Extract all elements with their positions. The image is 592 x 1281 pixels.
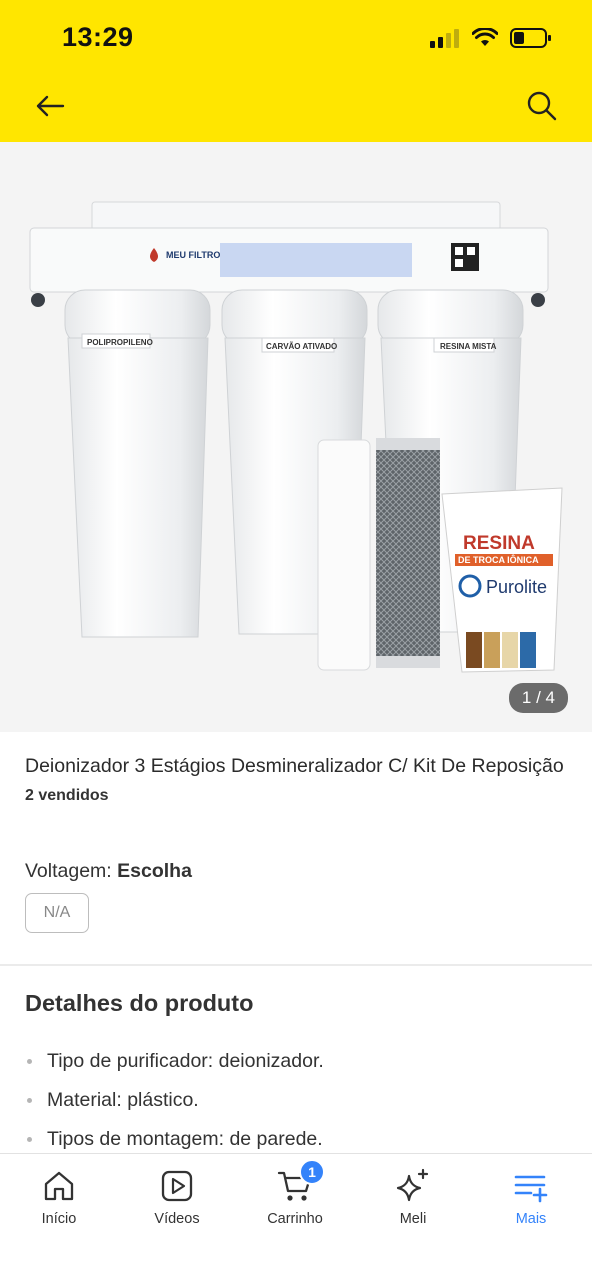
tab-label: Início — [41, 1211, 77, 1227]
variant-option-chip[interactable]: N/A — [25, 893, 89, 933]
arrow-left-icon — [36, 95, 65, 117]
tab-label: Vídeos — [154, 1211, 200, 1227]
product-image-gallery[interactable]: MEU FILTRO POLIPROPILENO CARVÃO ATIVADO … — [0, 142, 592, 732]
back-button[interactable] — [30, 88, 70, 124]
product-title: Deionizador 3 Estágios Desmineralizador … — [25, 755, 564, 777]
bag-brand: Purolite — [486, 577, 547, 597]
variant-selector-label: Voltagem: Escolha — [25, 860, 192, 883]
sold-count: 2 vendidos — [25, 787, 109, 804]
housing-label-3: RESINA MISTA — [440, 342, 497, 351]
tab-meli[interactable]: Meli — [354, 1166, 472, 1227]
home-icon — [44, 1171, 74, 1201]
bag-subtitle: DE TROCA IÔNICA — [458, 554, 539, 565]
bottom-tab-bar: Início Vídeos 1 Carrinho Meli Mais — [0, 1153, 592, 1281]
status-bar: 13:29 — [0, 0, 592, 70]
details-list: Tipo de purificador: deionizador. Materi… — [25, 1046, 570, 1163]
housing-label-1: POLIPROPILENO — [87, 338, 153, 347]
tab-label: Mais — [515, 1211, 547, 1227]
variant-label: Voltagem: — [25, 860, 112, 882]
tab-videos[interactable]: Vídeos — [118, 1166, 236, 1227]
battery-icon — [510, 28, 551, 48]
image-counter: 1 / 4 — [508, 683, 568, 713]
cart-badge: 1 — [299, 1159, 325, 1185]
housing-label-2: CARVÃO ATIVADO — [266, 342, 337, 351]
bag-title: RESINA — [463, 533, 535, 554]
product-info: Deionizador 3 Estágios Desmineralizador … — [25, 752, 570, 805]
status-icons — [430, 27, 552, 49]
tab-label: Meli — [399, 1211, 427, 1227]
search-button[interactable] — [522, 86, 562, 126]
product-image: MEU FILTRO POLIPROPILENO CARVÃO ATIVADO … — [29, 201, 563, 673]
app-bar — [0, 70, 592, 142]
details-title: Detalhes do produto — [25, 990, 254, 1016]
video-play-icon — [161, 1170, 193, 1202]
variant-value: Escolha — [117, 860, 192, 882]
search-icon — [527, 91, 557, 121]
menu-plus-icon — [514, 1175, 548, 1203]
sparkle-icon — [396, 1168, 429, 1202]
details-item: Material: plástico. — [25, 1085, 570, 1124]
signal-icon — [430, 29, 459, 48]
brand-label: MEU FILTRO — [166, 250, 220, 260]
section-divider — [0, 964, 592, 966]
tab-inicio[interactable]: Início — [0, 1166, 118, 1227]
details-item: Tipo de purificador: deionizador. — [25, 1046, 570, 1085]
status-time: 13:29 — [62, 22, 134, 52]
tab-carrinho[interactable]: 1 Carrinho — [236, 1159, 354, 1227]
tab-mais[interactable]: Mais — [472, 1166, 590, 1227]
wifi-icon — [472, 28, 498, 46]
tab-label: Carrinho — [267, 1211, 323, 1227]
